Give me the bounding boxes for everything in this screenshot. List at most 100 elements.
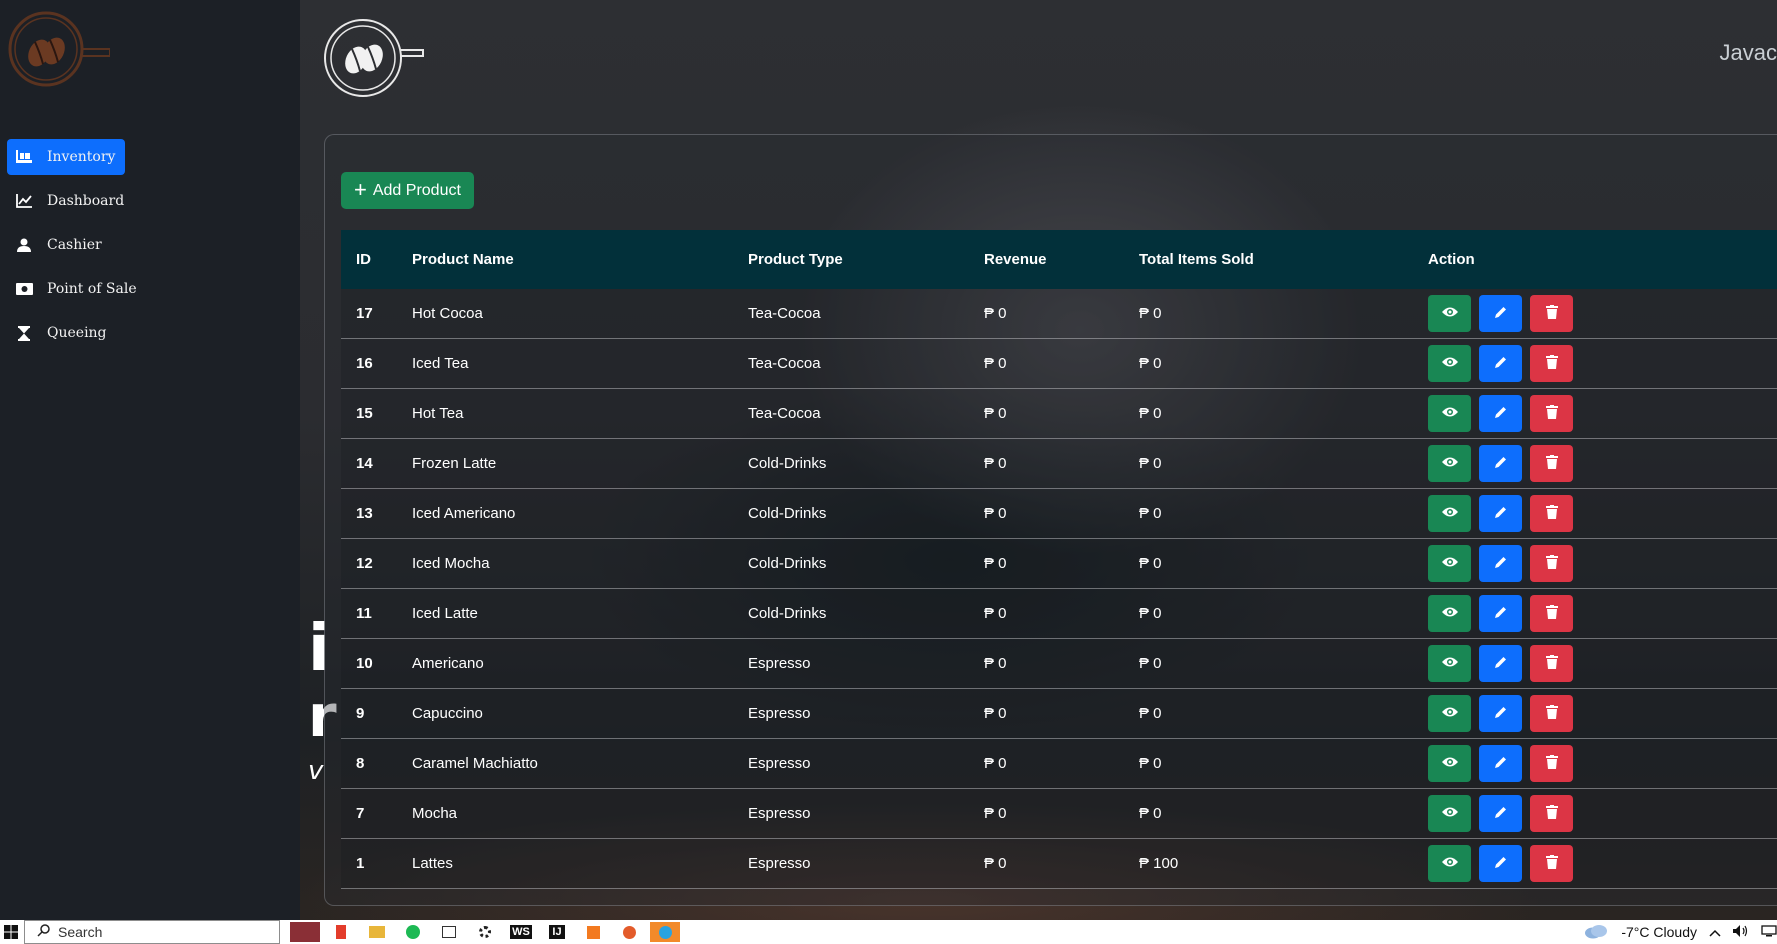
app-file-icon[interactable] [326, 922, 356, 942]
settings-gear-icon[interactable] [470, 922, 500, 942]
hourglass-icon [15, 324, 33, 342]
delete-button[interactable] [1530, 445, 1573, 482]
cell-actions [1428, 445, 1573, 482]
view-button[interactable] [1428, 695, 1471, 732]
cell-total-items-sold: ₱ 0 [1139, 405, 1162, 422]
speaker-icon[interactable] [1733, 924, 1749, 940]
view-button[interactable] [1428, 645, 1471, 682]
cell-total-items-sold: ₱ 0 [1139, 505, 1162, 522]
eye-icon [1441, 406, 1458, 421]
trash-icon [1545, 655, 1558, 672]
edit-button[interactable] [1479, 645, 1522, 682]
cell-revenue: ₱ 0 [984, 355, 1007, 372]
edit-button[interactable] [1479, 845, 1522, 882]
inventory-panel: + Add Product ID Product Name Product Ty… [324, 134, 1777, 906]
cell-revenue: ₱ 0 [984, 805, 1007, 822]
cell-total-items-sold: ₱ 0 [1139, 605, 1162, 622]
app-icon[interactable] [434, 922, 464, 942]
edit-button[interactable] [1479, 395, 1522, 432]
view-button[interactable] [1428, 495, 1471, 532]
delete-button[interactable] [1530, 495, 1573, 532]
table-row: 16 Iced Tea Tea-Cocoa ₱ 0 ₱ 0 [341, 339, 1777, 389]
pencil-icon [1494, 505, 1508, 522]
trash-icon [1545, 355, 1558, 372]
delete-button[interactable] [1530, 645, 1573, 682]
edit-button[interactable] [1479, 695, 1522, 732]
sidebar-item-cashier[interactable]: Cashier [7, 227, 110, 263]
view-button[interactable] [1428, 745, 1471, 782]
add-product-label: Add Product [372, 181, 461, 199]
view-button[interactable] [1428, 845, 1471, 882]
pencil-icon [1494, 355, 1508, 372]
telegram-icon[interactable] [650, 922, 680, 942]
cell-id: 13 [356, 505, 373, 522]
cell-id: 15 [356, 405, 373, 422]
delete-button[interactable] [1530, 795, 1573, 832]
delete-button[interactable] [1530, 395, 1573, 432]
edit-button[interactable] [1479, 745, 1522, 782]
chevron-up-icon[interactable] [1709, 924, 1721, 940]
delete-button[interactable] [1530, 345, 1573, 382]
table-header: ID Product Name Product Type Revenue Tot… [341, 230, 1777, 289]
edit-button[interactable] [1479, 495, 1522, 532]
cell-total-items-sold: ₱ 0 [1139, 455, 1162, 472]
trash-icon [1545, 755, 1558, 772]
cell-revenue: ₱ 0 [984, 655, 1007, 672]
eye-icon [1441, 756, 1458, 771]
cell-id: 12 [356, 555, 373, 572]
edit-button[interactable] [1479, 345, 1522, 382]
cell-actions [1428, 345, 1573, 382]
network-icon[interactable] [1761, 924, 1777, 940]
add-product-button[interactable]: + Add Product [341, 172, 474, 209]
weather-text[interactable]: -7°C Cloudy [1621, 924, 1697, 940]
delete-button[interactable] [1530, 845, 1573, 882]
cell-actions [1428, 495, 1573, 532]
products-table: ID Product Name Product Type Revenue Tot… [341, 230, 1777, 889]
delete-button[interactable] [1530, 545, 1573, 582]
edit-button[interactable] [1479, 545, 1522, 582]
view-button[interactable] [1428, 445, 1471, 482]
view-button[interactable] [1428, 395, 1471, 432]
cell-actions [1428, 545, 1573, 582]
app-window-icon[interactable] [290, 922, 320, 942]
view-button[interactable] [1428, 345, 1471, 382]
edit-button[interactable] [1479, 295, 1522, 332]
taskbar-search[interactable]: Search [24, 920, 280, 944]
chart-line-icon [15, 192, 33, 210]
delete-button[interactable] [1530, 745, 1573, 782]
eye-icon [1441, 806, 1458, 821]
sidebar-item-dashboard[interactable]: Dashboard [7, 183, 132, 219]
view-button[interactable] [1428, 295, 1471, 332]
edit-button[interactable] [1479, 795, 1522, 832]
table-row: 12 Iced Mocha Cold-Drinks ₱ 0 ₱ 0 [341, 539, 1777, 589]
xampp-icon[interactable] [578, 922, 608, 942]
table-row: 15 Hot Tea Tea-Cocoa ₱ 0 ₱ 0 [341, 389, 1777, 439]
view-button[interactable] [1428, 545, 1471, 582]
cell-id: 7 [356, 805, 365, 822]
coffee-logo-icon[interactable] [6, 10, 110, 88]
webstorm-icon[interactable]: WS [506, 922, 536, 942]
folder-icon[interactable] [362, 922, 392, 942]
delete-button[interactable] [1530, 295, 1573, 332]
view-button[interactable] [1428, 795, 1471, 832]
sidebar-item-point-of-sale[interactable]: Point of Sale [7, 271, 145, 307]
coffee-logo-icon[interactable] [323, 18, 427, 98]
delete-button[interactable] [1530, 695, 1573, 732]
cell-total-items-sold: ₱ 100 [1139, 855, 1179, 872]
view-button[interactable] [1428, 595, 1471, 632]
edit-button[interactable] [1479, 445, 1522, 482]
cell-product-name: Capuccino [412, 705, 483, 722]
spotify-icon[interactable] [398, 922, 428, 942]
edit-button[interactable] [1479, 595, 1522, 632]
cell-id: 17 [356, 305, 373, 322]
sidebar-item-queeing[interactable]: Queeing [7, 315, 115, 351]
windows-start-icon[interactable] [0, 920, 22, 944]
cell-id: 8 [356, 755, 365, 772]
delete-button[interactable] [1530, 595, 1573, 632]
app-orange-icon[interactable] [614, 922, 644, 942]
intellij-icon[interactable]: IJ [542, 922, 572, 942]
table-row: 1 Lattes Espresso ₱ 0 ₱ 100 [341, 839, 1777, 889]
sidebar-item-inventory[interactable]: Inventory [7, 139, 126, 175]
cell-product-type: Tea-Cocoa [748, 305, 821, 322]
cell-total-items-sold: ₱ 0 [1139, 705, 1162, 722]
